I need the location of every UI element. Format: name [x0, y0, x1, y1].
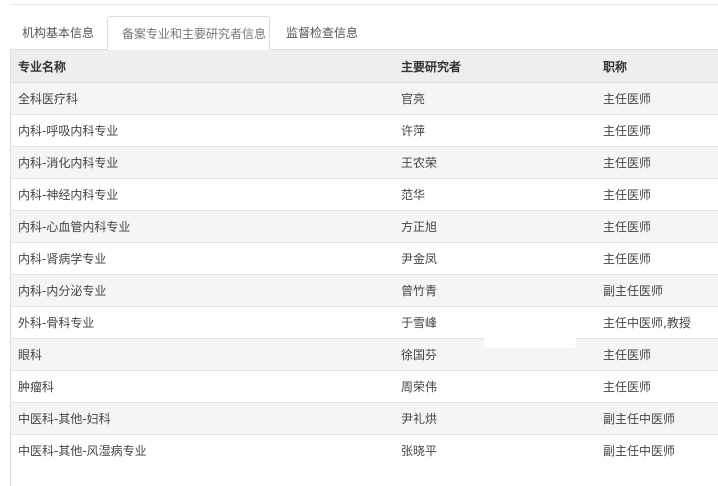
cell-investigator: 尹礼烘 [394, 402, 596, 435]
investigator-table: 专业名称 主要研究者 职称 全科医疗科 官亮 主任医师 内科-呼吸内科专业 许萍… [11, 50, 718, 466]
table-row: 外科-骨科专业 于雪峰 主任中医师,教授 [11, 306, 718, 339]
cell-title: 主任医师 [596, 370, 718, 403]
cell-specialty: 内科-心血管内科专业 [11, 210, 394, 243]
table-row: 内科-肾病学专业 尹金凤 主任医师 [11, 242, 718, 275]
cell-investigator: 尹金凤 [394, 242, 596, 275]
investigator-table-container: 专业名称 主要研究者 职称 全科医疗科 官亮 主任医师 内科-呼吸内科专业 许萍… [10, 50, 718, 486]
table-header-row: 专业名称 主要研究者 职称 [11, 50, 718, 83]
cell-specialty: 中医科-其他-风湿病专业 [11, 434, 394, 466]
tab-institution-info[interactable]: 机构基本信息 [10, 16, 106, 50]
cell-specialty: 眼科 [11, 338, 394, 371]
cell-investigator: 曾竹青 [394, 274, 596, 307]
cell-title: 主任医师 [596, 114, 718, 147]
cell-title: 主任医师 [596, 146, 718, 179]
table-row: 眼科 徐国芬 主任医师 [11, 338, 718, 371]
tab-bar: 机构基本信息 备案专业和主要研究者信息 监督检查信息 [10, 16, 718, 51]
table-row: 内科-呼吸内科专业 许萍 主任医师 [11, 114, 718, 147]
tab-inspection-info[interactable]: 监督检查信息 [272, 16, 368, 50]
cell-investigator: 许萍 [394, 114, 596, 147]
column-header-title: 职称 [596, 50, 718, 83]
cell-specialty: 内科-神经内科专业 [11, 178, 394, 211]
cell-specialty: 内科-内分泌专业 [11, 274, 394, 307]
cell-specialty: 内科-呼吸内科专业 [11, 114, 394, 147]
cell-investigator: 方正旭 [394, 210, 596, 243]
cell-title: 主任医师 [596, 210, 718, 243]
cell-specialty: 肿瘤科 [11, 370, 394, 403]
table-row: 全科医疗科 官亮 主任医师 [11, 82, 718, 115]
screen-glare [484, 326, 576, 348]
column-header-investigator: 主要研究者 [394, 50, 596, 83]
cell-title: 主任医师 [596, 82, 718, 115]
cell-investigator: 周荣伟 [394, 370, 596, 403]
top-divider [10, 0, 718, 5]
table-row: 中医科-其他-妇科 尹礼烘 副主任中医师 [11, 402, 718, 435]
cell-title: 副主任医师 [596, 274, 718, 307]
cell-investigator: 范华 [394, 178, 596, 211]
table-row: 内科-神经内科专业 范华 主任医师 [11, 178, 718, 211]
table-row: 中医科-其他-风湿病专业 张晓平 副主任中医师 [11, 434, 718, 466]
table-body: 全科医疗科 官亮 主任医师 内科-呼吸内科专业 许萍 主任医师 内科-消化内科专… [11, 82, 718, 466]
cell-specialty: 外科-骨科专业 [11, 306, 394, 339]
table-row: 内科-消化内科专业 王农荣 主任医师 [11, 146, 718, 179]
cell-title: 主任医师 [596, 178, 718, 211]
cell-title: 主任中医师,教授 [596, 306, 718, 339]
cell-investigator: 张晓平 [394, 434, 596, 466]
table-row: 内科-心血管内科专业 方正旭 主任医师 [11, 210, 718, 243]
table-row: 内科-内分泌专业 曾竹青 副主任医师 [11, 274, 718, 307]
column-header-specialty: 专业名称 [11, 50, 394, 83]
cell-investigator: 官亮 [394, 82, 596, 115]
cell-title: 副主任中医师 [596, 434, 718, 466]
tab-specialty-investigators[interactable]: 备案专业和主要研究者信息 [107, 16, 270, 51]
cell-specialty: 内科-肾病学专业 [11, 242, 394, 275]
cell-investigator: 王农荣 [394, 146, 596, 179]
cell-title: 主任医师 [596, 338, 718, 371]
cell-specialty: 中医科-其他-妇科 [11, 402, 394, 435]
cell-title: 主任医师 [596, 242, 718, 275]
table-row: 肿瘤科 周荣伟 主任医师 [11, 370, 718, 403]
cell-specialty: 全科医疗科 [11, 82, 394, 115]
cell-title: 副主任中医师 [596, 402, 718, 435]
cell-specialty: 内科-消化内科专业 [11, 146, 394, 179]
